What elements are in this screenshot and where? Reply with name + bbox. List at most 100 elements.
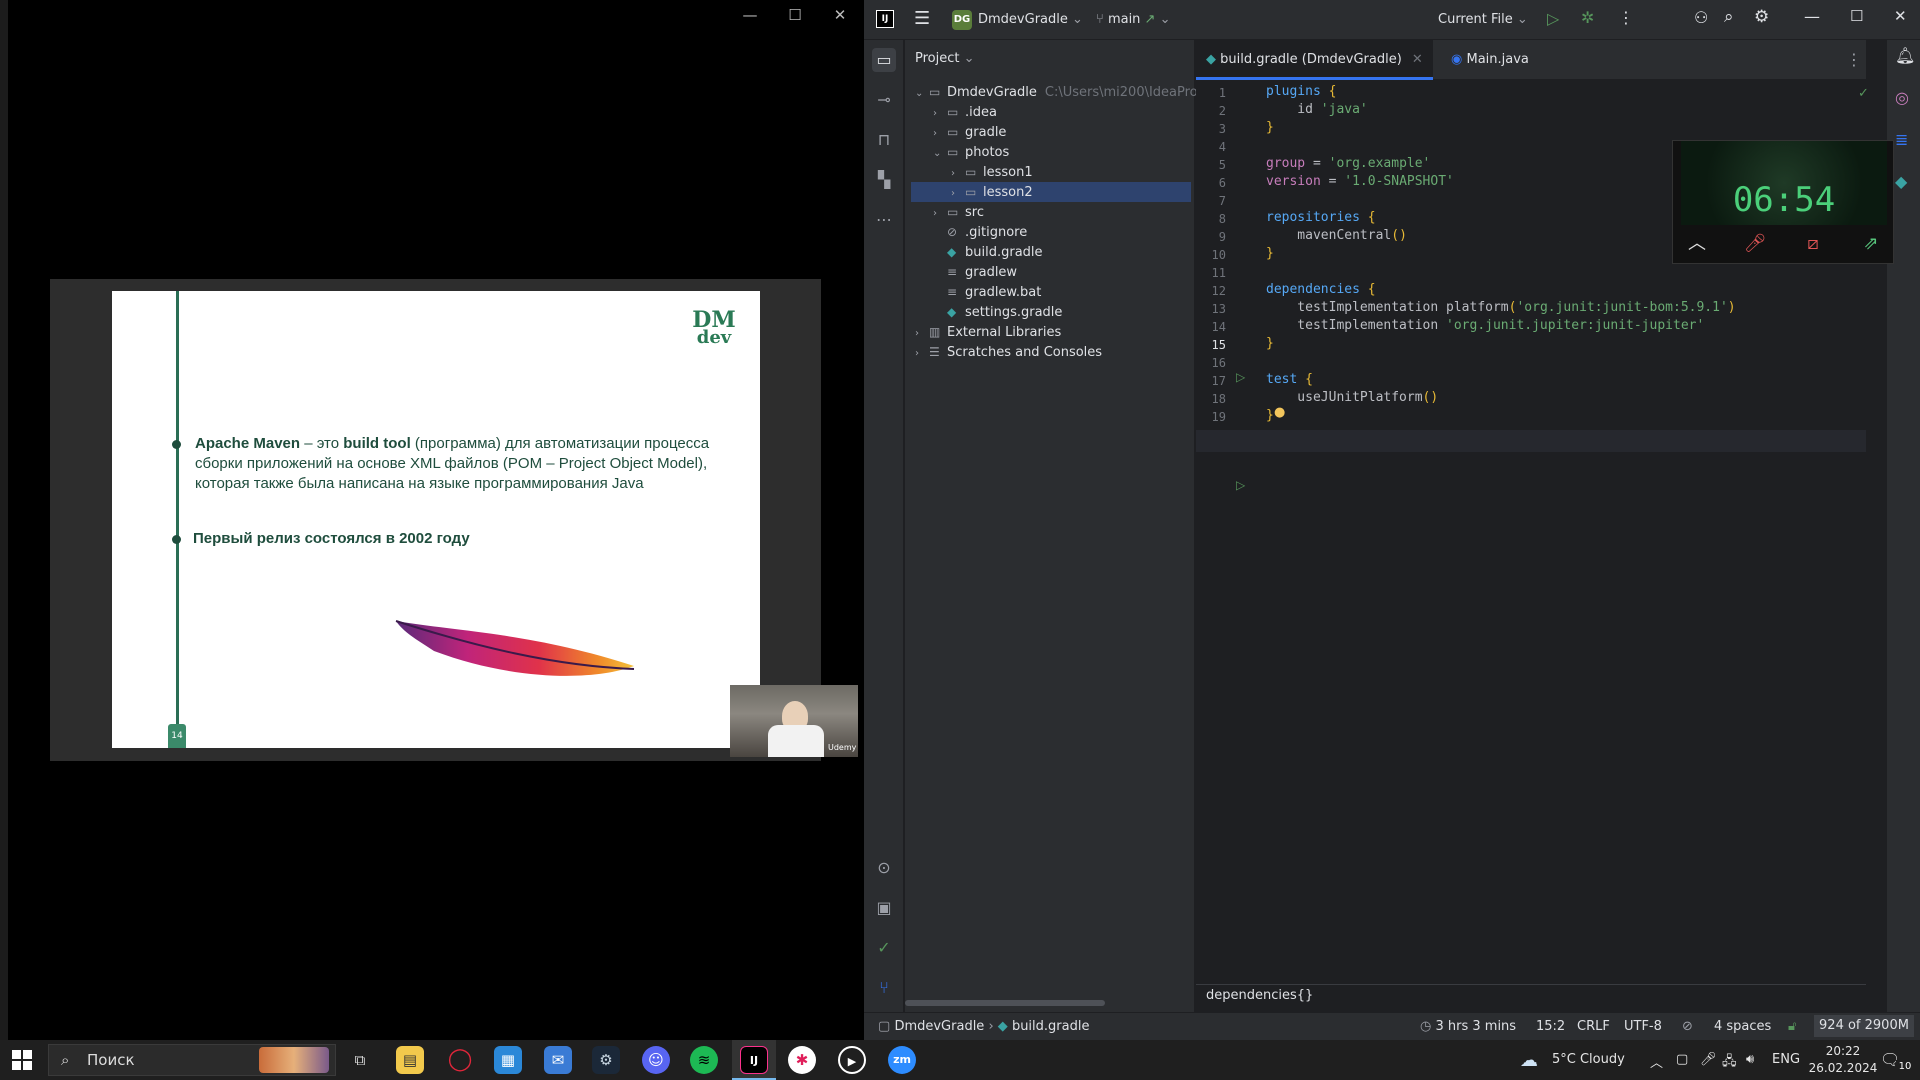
tree-item-dmdevgradle[interactable]: ⌄ ▭ DmdevGradle C:\Users\mi200\IdeaProj <box>911 82 1201 104</box>
chevron-icon[interactable]: › <box>951 184 965 204</box>
line-separator[interactable]: CRLF <box>1577 1019 1610 1034</box>
notifications-icon[interactable]: 🔔︎ <box>1895 46 1915 65</box>
close-button[interactable]: ✕ <box>825 6 855 24</box>
windows-start-icon[interactable] <box>12 1050 32 1070</box>
weather-text[interactable]: 5°C Cloudy <box>1552 1052 1625 1067</box>
weather-cloud-icon: ☁ <box>1520 1050 1538 1071</box>
debug-icon[interactable]: ✲ <box>1581 8 1594 27</box>
run-config-selector[interactable]: Current File ⌄ <box>1438 12 1528 27</box>
slack-icon[interactable]: ✱ <box>788 1046 816 1074</box>
network-icon[interactable]: 🖧︎ <box>1722 1052 1737 1074</box>
gradle-tool-icon[interactable]: ◆ <box>1895 172 1907 191</box>
tree-item-gitignore[interactable]: ⊘ .gitignore <box>911 222 1191 242</box>
taskbar-search-input[interactable]: ⌕ Поиск <box>48 1044 336 1076</box>
tree-item-gradlew-bat[interactable]: ≡ gradlew.bat <box>911 282 1191 302</box>
project-panel-title[interactable]: Project ⌄ <box>915 51 975 66</box>
caret-position[interactable]: 15:2 <box>1536 1019 1565 1034</box>
tree-item-settings-gradle[interactable]: ◆ settings.gradle <box>911 302 1191 322</box>
tree-item-src[interactable]: › ▭ src <box>911 202 1191 222</box>
minimize-button[interactable]: — <box>735 6 765 24</box>
volume-icon[interactable]: 🔊︎ <box>1746 1052 1754 1067</box>
run-icon[interactable]: ▷ <box>1547 9 1559 28</box>
window-close-button[interactable]: ✕ <box>1894 7 1907 25</box>
main-menu-icon[interactable]: ☰ <box>914 8 930 29</box>
problems-tool-icon[interactable]: ✓ <box>872 936 896 960</box>
git-tool-icon[interactable]: ⑂ <box>872 976 896 1000</box>
chevron-icon[interactable]: › <box>933 204 947 224</box>
maximize-button[interactable]: ☐ <box>780 6 810 24</box>
chevron-icon[interactable]: › <box>915 344 929 364</box>
task-view-icon[interactable]: ⧉ <box>346 1046 374 1074</box>
structure-tool-icon[interactable]: ⊓ <box>872 128 896 152</box>
window-minimize-button[interactable]: — <box>1804 7 1820 26</box>
lightbulb-icon[interactable]: ● <box>1274 405 1285 420</box>
tree-item-lesson2[interactable]: › ▭ lesson2 <box>911 182 1191 202</box>
clock[interactable]: 20:22 26.02.2024 <box>1808 1043 1878 1077</box>
tree-item-gradle[interactable]: › ▭ gradle <box>911 122 1191 142</box>
search-icon[interactable]: ⌕ <box>1724 7 1734 27</box>
branch-switcher[interactable]: ⑂ main ↗ ⌄ <box>1096 12 1170 27</box>
tray-overflow-icon[interactable]: ︿ <box>1650 1052 1663 1071</box>
file-explorer-icon[interactable]: ▤ <box>396 1046 424 1074</box>
media-player-icon[interactable]: ▶ <box>838 1046 866 1074</box>
window-maximize-button[interactable]: ☐ <box>1850 7 1863 25</box>
ai-assistant-icon[interactable]: ◎ <box>1895 88 1909 107</box>
microphone-icon[interactable]: 🎤︎ <box>1700 1052 1717 1067</box>
intellij-taskbar-icon[interactable]: IJ <box>740 1046 768 1074</box>
inspection-icon[interactable]: ⊘ <box>1682 1019 1693 1034</box>
share-screen-icon[interactable]: ⇗ <box>1851 229 1891 259</box>
mail-icon[interactable]: ✉ <box>544 1046 572 1074</box>
notification-count-badge: 10 <box>1896 1060 1914 1074</box>
database-icon[interactable]: ≣ <box>1895 130 1908 149</box>
steam-icon[interactable]: ⚙ <box>592 1046 620 1074</box>
tree-item-photos[interactable]: ⌄ ▭ photos <box>911 142 1191 162</box>
tree-item-build-gradle[interactable]: ◆ build.gradle <box>911 242 1191 262</box>
zoom-icon[interactable]: zm <box>888 1046 916 1074</box>
tab-options-icon[interactable]: ⋮ <box>1846 50 1862 69</box>
plugins-tool-icon[interactable]: ▚ <box>872 168 896 192</box>
horizontal-scrollbar[interactable] <box>905 1000 1105 1006</box>
editor-breadcrumb[interactable]: dependencies{} <box>1196 984 1866 1006</box>
stop-video-icon[interactable]: ⧄ <box>1793 229 1833 259</box>
status-breadcrumb[interactable]: ▢ DmdevGradle › ◆ build.gradle <box>878 1019 1089 1034</box>
microsoft-store-icon[interactable]: ▦ <box>494 1046 522 1074</box>
chevron-icon[interactable]: › <box>933 104 947 124</box>
settings-gear-icon[interactable]: ⚙ <box>1754 7 1769 27</box>
tab-build-gradle[interactable]: ◆ build.gradle (DmdevGradle) ✕ <box>1196 40 1433 80</box>
tree-item-external-libraries[interactable]: › ▥ External Libraries <box>911 322 1191 342</box>
project-tool-icon[interactable]: ▭ <box>872 48 896 72</box>
chevron-icon[interactable]: › <box>915 324 929 344</box>
gutter-run-icon[interactable]: ▷ <box>1236 370 1245 384</box>
chevron-icon[interactable]: › <box>951 164 965 184</box>
services-tool-icon[interactable]: ⊙ <box>872 856 896 880</box>
commit-tool-icon[interactable]: ⊸ <box>872 88 896 112</box>
tree-item-idea[interactable]: › ▭ .idea <box>911 102 1191 122</box>
chevron-icon[interactable]: ⌄ <box>933 144 947 164</box>
lock-icon[interactable]: 🔓︎ <box>1788 1019 1796 1034</box>
mute-microphone-icon[interactable]: 🎤︎ <box>1735 229 1775 259</box>
tree-item-scratches-and-consoles[interactable]: › ☰ Scratches and Consoles <box>911 342 1191 362</box>
spotify-icon[interactable]: ≋ <box>690 1046 718 1074</box>
tray-app-icon[interactable]: ▢ <box>1676 1052 1688 1067</box>
opera-icon[interactable]: ◯ <box>446 1046 474 1074</box>
webcam-thumbnail: Udemy <box>730 685 858 757</box>
collapse-chevron-icon[interactable]: ︿ <box>1677 229 1717 259</box>
more-tools-icon[interactable]: ⋯ <box>872 208 896 232</box>
gutter-run-icon[interactable]: ▷ <box>1236 478 1245 492</box>
code-with-me-icon[interactable]: ⚇ <box>1694 8 1708 27</box>
indent-setting[interactable]: 4 spaces <box>1714 1019 1771 1034</box>
tab-main-java[interactable]: ◉ Main.java <box>1441 40 1539 80</box>
discord-icon[interactable]: ☺ <box>642 1046 670 1074</box>
tab-close-icon[interactable]: ✕ <box>1412 52 1423 67</box>
terminal-tool-icon[interactable]: ▣ <box>872 896 896 920</box>
language-indicator[interactable]: ENG <box>1772 1052 1800 1067</box>
chevron-icon[interactable]: ⌄ <box>915 84 929 104</box>
memory-indicator[interactable]: 924 of 2900M <box>1814 1015 1914 1037</box>
project-switcher[interactable]: DmdevGradle ⌄ <box>978 12 1083 27</box>
tree-item-lesson1[interactable]: › ▭ lesson1 <box>911 162 1191 182</box>
time-tracker[interactable]: ◷ 3 hrs 3 mins <box>1420 1019 1516 1034</box>
more-actions-icon[interactable]: ⋮ <box>1618 8 1634 27</box>
tree-item-gradlew[interactable]: ≡ gradlew <box>911 262 1191 282</box>
chevron-icon[interactable]: › <box>933 124 947 144</box>
file-encoding[interactable]: UTF-8 <box>1624 1019 1662 1034</box>
